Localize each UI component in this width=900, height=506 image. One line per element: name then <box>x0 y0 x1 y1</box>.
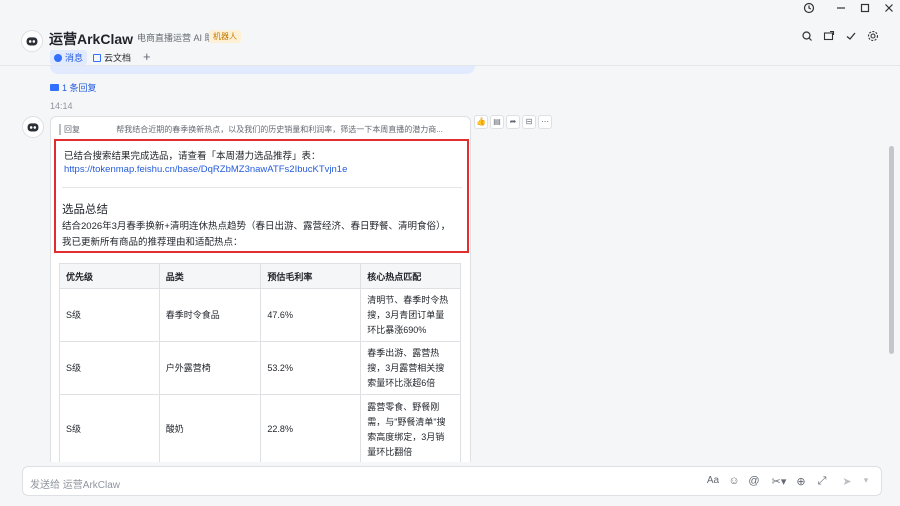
table-cell: S级 <box>59 341 160 395</box>
share-icon[interactable] <box>822 30 836 44</box>
send-icon[interactable]: ➤ <box>840 475 854 488</box>
tab-docs-label: 云文档 <box>104 53 132 63</box>
table-header: 品类 <box>158 263 262 289</box>
table-header: 优先级 <box>59 263 160 289</box>
message-actions: 👍 ▤ ➦ ⊟ ⋯ <box>474 115 552 129</box>
chat-title: 运营ArkClaw <box>49 31 134 47</box>
message-bubble: 回复 帮我结合近期的春季换新热点，以及我们的历史销量和利润率，筛选一下本周直播的… <box>50 116 471 462</box>
thumbs-up-icon[interactable]: 👍 <box>474 115 488 129</box>
quote-label: 回复 <box>64 125 80 134</box>
pin-icon[interactable]: ⊟ <box>522 115 536 129</box>
forward-icon[interactable]: ➦ <box>506 115 520 129</box>
bot-avatar[interactable] <box>22 116 44 138</box>
table-row: S级 户外露营椅 53.2% 春季出游、露营热 搜，3月露营相关搜 索量环比涨超… <box>59 341 461 395</box>
maximize-icon[interactable] <box>856 2 874 17</box>
send-options-icon[interactable]: ▾ <box>859 475 873 486</box>
scissors-icon[interactable]: ✂▾ <box>769 475 789 488</box>
reply-icon <box>50 84 59 91</box>
message-icon <box>54 53 62 62</box>
message-list[interactable]: 1 条回复 14:14 回复 帮我结合近期的春季换新热点，以及我们的历史销量和利… <box>0 66 900 462</box>
cell-line: 搜，3月露营相关搜 <box>367 362 445 373</box>
cell-line: 露营零食、野餐刚 <box>367 401 440 412</box>
table-cell: 户外露营椅 <box>158 341 262 395</box>
table-cell: 酸奶 <box>158 394 262 462</box>
cell-line: 搜，3月青团订单量 <box>367 309 445 320</box>
base-link[interactable]: https://tokenmap.feishu.cn/base/DqRZbMZ3… <box>64 164 347 175</box>
divider <box>62 187 462 188</box>
add-icon[interactable]: ⊕ <box>794 475 808 488</box>
emoji-icon[interactable]: ☺ <box>727 475 741 487</box>
table-cell: 清明节、春季时令热 搜，3月青团订单量 环比暴涨690% <box>360 288 461 342</box>
summary-title: 选品总结 <box>62 204 108 216</box>
add-tab-button[interactable]: + <box>143 49 151 64</box>
cell-line: 需，与"野餐清单"搜 <box>367 416 446 427</box>
cell-line: 索量环比涨超6倍 <box>367 377 436 388</box>
table-cell: 47.6% <box>260 288 362 342</box>
check-icon[interactable] <box>844 30 858 44</box>
reply-count-link[interactable]: 1 条回复 <box>50 81 97 94</box>
comment-icon[interactable]: ▤ <box>490 115 504 129</box>
table-cell: S级 <box>59 394 160 462</box>
title-bar <box>0 0 900 20</box>
chat-header: 运营ArkClaw 电商直播运营 AI 助手 机器人 消息 云文档 + <box>0 20 900 66</box>
previous-message-bubble <box>50 66 475 74</box>
quoted-message[interactable]: 回复 帮我结合近期的春季换新热点，以及我们的历史销量和利润率，筛选一下本周直播的… <box>59 124 459 135</box>
doc-icon <box>93 53 101 62</box>
search-icon[interactable] <box>800 30 814 44</box>
message-line: 已结合搜索结果完成选品，请查看「本周潜力选品推荐」表： <box>64 151 321 162</box>
table-row: S级 春季时令食品 47.6% 清明节、春季时令热 搜，3月青团订单量 环比暴涨… <box>59 288 461 342</box>
message-timestamp: 14:14 <box>50 101 73 111</box>
table-cell: 春季时令食品 <box>158 288 262 342</box>
reply-count-label: 1 条回复 <box>62 83 97 93</box>
more-icon[interactable]: ⋯ <box>538 115 552 129</box>
cell-line: 索高度绑定，3月销 <box>367 431 445 442</box>
history-icon[interactable] <box>800 2 818 17</box>
mention-icon[interactable]: @ <box>747 475 761 487</box>
highlight-box: 已结合搜索结果完成选品，请查看「本周潜力选品推荐」表： https://toke… <box>54 139 469 253</box>
close-icon[interactable] <box>880 2 898 17</box>
summary-line: 我已更新所有商品的推荐理由和适配热点： <box>62 237 243 248</box>
tab-docs[interactable]: 云文档 <box>89 50 135 65</box>
table-row: S级 酸奶 22.8% 露营零食、野餐刚 需，与"野餐清单"搜 索高度绑定，3月… <box>59 394 461 462</box>
minimize-icon[interactable] <box>832 2 850 17</box>
table-header: 核心热点匹配 <box>360 263 461 289</box>
table-cell: 53.2% <box>260 341 362 395</box>
cell-line: 清明节、春季时令热 <box>367 294 449 305</box>
message-input[interactable]: 发送给 运营ArkClaw Aa ☺ @ ✂▾ ⊕ ⤢ ➤ ▾ <box>22 466 882 496</box>
recommendation-table: 优先级 品类 预估毛利率 核心热点匹配 S级 春季时令食品 47.6% 清明节、… <box>59 263 461 462</box>
table-header: 预估毛利率 <box>260 263 362 289</box>
input-placeholder: 发送给 运营ArkClaw <box>30 480 121 491</box>
tab-messages[interactable]: 消息 <box>50 50 88 65</box>
scrollbar[interactable] <box>889 146 894 354</box>
table-cell: S级 <box>59 288 160 342</box>
cell-line: 量环比翻倍 <box>367 446 413 457</box>
tab-messages-label: 消息 <box>65 53 84 63</box>
format-icon[interactable]: Aa <box>706 475 720 486</box>
table-cell: 春季出游、露营热 搜，3月露营相关搜 索量环比涨超6倍 <box>360 341 461 395</box>
table-cell: 露营零食、野餐刚 需，与"野餐清单"搜 索高度绑定，3月销 量环比翻倍 <box>360 394 461 462</box>
summary-line: 结合2026年3月春季换新+清明连休热点趋势（春日出游、露营经济、春日野餐、清明… <box>62 221 451 232</box>
cell-line: 环比暴涨690% <box>367 324 427 335</box>
bot-avatar[interactable] <box>21 30 43 52</box>
cell-line: 春季出游、露营热 <box>367 347 440 358</box>
quote-text: 帮我结合近期的春季换新热点，以及我们的历史销量和利润率，筛选一下本周直播的潜力商… <box>116 125 443 134</box>
settings-icon[interactable] <box>866 30 880 44</box>
expand-icon[interactable]: ⤢ <box>815 475 829 488</box>
bot-badge: 机器人 <box>209 30 241 43</box>
table-cell: 22.8% <box>260 394 362 462</box>
